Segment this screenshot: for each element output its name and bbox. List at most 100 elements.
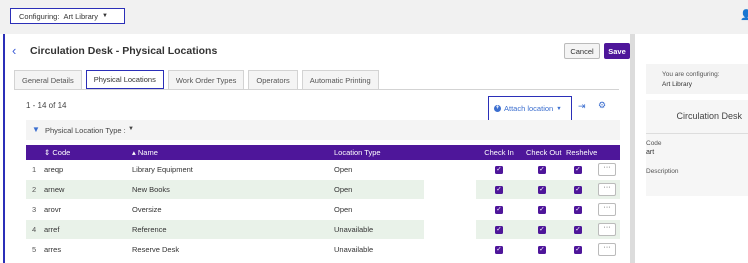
check-in-cell[interactable]: ✓	[476, 219, 522, 240]
check-out-cell[interactable]: ✓	[522, 179, 562, 200]
row-number: 3	[26, 199, 40, 220]
checkbox-icon[interactable]: ✓	[495, 226, 503, 234]
check-in-cell[interactable]: ✓	[476, 239, 522, 260]
tab-general-details[interactable]: General Details	[14, 70, 82, 89]
desk-card-title: Circulation Desk	[676, 111, 742, 121]
attach-location-button[interactable]: + Attach location ▼	[494, 104, 562, 113]
tab-automatic-printing[interactable]: Automatic Printing	[301, 70, 379, 89]
reshelve-cell[interactable]: ✓	[562, 160, 594, 180]
filter-icon[interactable]: ▼	[32, 125, 40, 134]
check-out-cell[interactable]: ✓	[522, 239, 562, 260]
column-header-check-in[interactable]: Check In	[476, 145, 522, 160]
left-accent-strip	[0, 34, 5, 263]
configuring-value: Art Library	[63, 11, 99, 21]
checkbox-icon[interactable]: ✓	[538, 226, 546, 234]
check-in-cell[interactable]: ✓	[476, 160, 522, 180]
checkbox-icon[interactable]: ✓	[538, 186, 546, 194]
check-in-cell[interactable]: ✓	[476, 199, 522, 220]
table-header-row: ⇕ Code ▴ Name Location Type Check In Che…	[26, 145, 620, 160]
results-count: 1 - 14 of 14	[26, 101, 67, 110]
checkbox-icon[interactable]: ✓	[495, 186, 503, 194]
table-row[interactable]: 3 arovr Oversize Open ✓ ✓ ✓ ···	[26, 199, 620, 220]
row-code: arovr	[40, 199, 128, 220]
checkbox-icon[interactable]: ✓	[574, 166, 582, 174]
cancel-button[interactable]: Cancel	[564, 43, 600, 59]
code-label: Code	[646, 140, 662, 147]
row-actions[interactable]: ···	[594, 179, 620, 200]
tab-bar: General Details Physical Locations Work …	[14, 70, 383, 90]
reshelve-cell[interactable]: ✓	[562, 239, 594, 260]
page-title: Circulation Desk - Physical Locations	[30, 45, 218, 57]
reshelve-cell[interactable]: ✓	[562, 179, 594, 200]
column-header-location-type[interactable]: Location Type	[330, 145, 424, 160]
gear-icon[interactable]: ⚙	[598, 100, 606, 111]
row-name: Library Equipment	[128, 160, 330, 180]
save-button[interactable]: Save	[604, 43, 630, 59]
ellipsis-icon[interactable]: ···	[598, 183, 616, 196]
locations-table: ⇕ Code ▴ Name Location Type Check In Che…	[26, 145, 620, 260]
column-header-name[interactable]: ▴ Name	[128, 145, 330, 160]
chevron-down-icon[interactable]: ▼	[128, 126, 134, 132]
reshelve-cell[interactable]: ✓	[562, 219, 594, 240]
row-actions[interactable]: ···	[594, 219, 620, 240]
code-value: art	[646, 149, 655, 156]
user-icon[interactable]: 👤	[740, 10, 748, 21]
reshelve-cell[interactable]: ✓	[562, 199, 594, 220]
ellipsis-icon[interactable]: ···	[598, 203, 616, 216]
checkbox-icon[interactable]: ✓	[538, 206, 546, 214]
tab-operators[interactable]: Operators	[248, 70, 298, 89]
row-actions[interactable]: ···	[594, 199, 620, 220]
configuring-label: Configuring:	[19, 11, 60, 21]
row-actions[interactable]: ···	[594, 239, 620, 260]
desk-card-divider	[646, 133, 748, 134]
back-chevron-icon[interactable]: ‹	[12, 43, 16, 58]
table-row[interactable]: 4 arref Reference Unavailable ✓ ✓ ✓ ···	[26, 219, 620, 240]
row-gap	[424, 219, 476, 240]
column-header-actions	[594, 145, 620, 160]
row-code: arres	[40, 239, 128, 260]
checkbox-icon[interactable]: ✓	[574, 246, 582, 254]
export-icon[interactable]: ⇥	[578, 101, 586, 112]
row-code: arref	[40, 219, 128, 240]
physical-location-type-filter[interactable]: Physical Location Type :	[45, 126, 126, 135]
chevron-down-icon: ▼	[102, 13, 108, 19]
tab-divider	[14, 89, 619, 90]
check-out-cell[interactable]: ✓	[522, 219, 562, 240]
table-row[interactable]: 1 areqp Library Equipment Open ✓ ✓ ✓ ···	[26, 160, 620, 180]
ellipsis-icon[interactable]: ···	[598, 163, 616, 176]
row-name: Reference	[128, 219, 330, 240]
check-out-cell[interactable]: ✓	[522, 199, 562, 220]
ellipsis-icon[interactable]: ···	[598, 243, 616, 256]
checkbox-icon[interactable]: ✓	[574, 186, 582, 194]
plus-circle-icon: +	[494, 105, 501, 112]
row-name: New Books	[128, 179, 330, 200]
table-row[interactable]: 2 arnew New Books Open ✓ ✓ ✓ ···	[26, 179, 620, 200]
checkbox-icon[interactable]: ✓	[538, 166, 546, 174]
configuring-selector[interactable]: Configuring: Art Library ▼	[10, 8, 125, 24]
column-header-code[interactable]: ⇕ Code	[40, 145, 128, 160]
row-actions[interactable]: ···	[594, 160, 620, 180]
checkbox-icon[interactable]: ✓	[538, 246, 546, 254]
checkbox-icon[interactable]: ✓	[495, 246, 503, 254]
check-in-cell[interactable]: ✓	[476, 179, 522, 200]
table-row[interactable]: 5 arres Reserve Desk Unavailable ✓ ✓ ✓ ·…	[26, 239, 620, 260]
chevron-down-icon: ▼	[556, 105, 562, 112]
checkbox-icon[interactable]: ✓	[495, 206, 503, 214]
column-header-check-out[interactable]: Check Out	[522, 145, 562, 160]
panel-divider[interactable]	[630, 34, 635, 263]
ellipsis-icon[interactable]: ···	[598, 223, 616, 236]
checkbox-icon[interactable]: ✓	[495, 166, 503, 174]
column-header-reshelve[interactable]: Reshelve	[562, 145, 597, 160]
tab-work-order-types[interactable]: Work Order Types	[167, 70, 245, 89]
attach-location-highlight: + Attach location ▼	[488, 96, 572, 122]
row-location-type: Unavailable	[330, 239, 424, 260]
sort-asc-icon: ▴	[132, 148, 136, 157]
tab-physical-locations[interactable]: Physical Locations	[85, 70, 164, 89]
row-location-type: Open	[330, 179, 424, 200]
attach-location-label: Attach location	[504, 104, 554, 113]
row-location-type: Open	[330, 199, 424, 220]
checkbox-icon[interactable]: ✓	[574, 226, 582, 234]
checkbox-icon[interactable]: ✓	[574, 206, 582, 214]
check-out-cell[interactable]: ✓	[522, 160, 562, 180]
row-location-type: Open	[330, 160, 424, 180]
